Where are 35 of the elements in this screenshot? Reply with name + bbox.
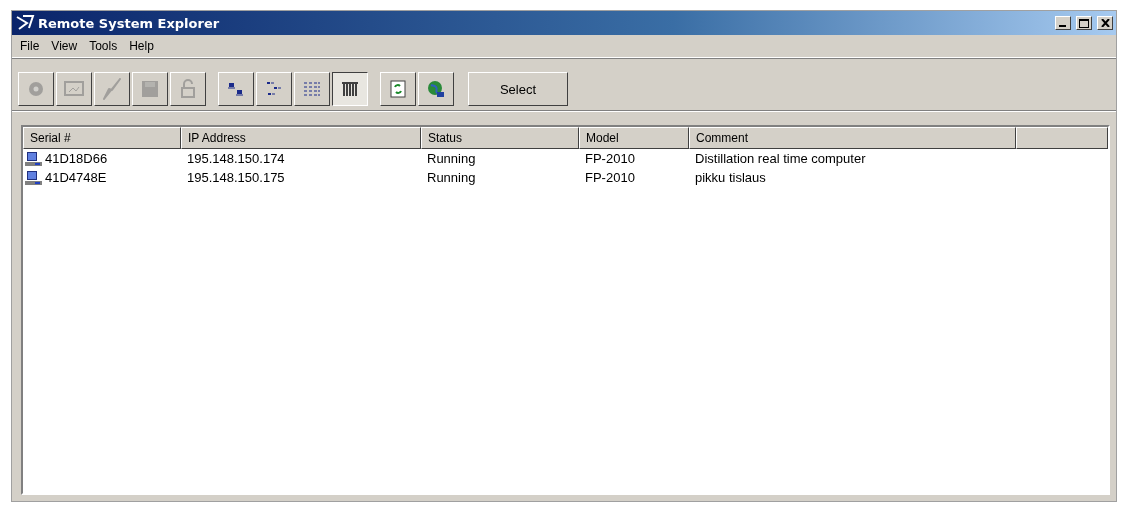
window-title: Remote System Explorer (38, 15, 221, 31)
refresh-icon (387, 78, 409, 100)
computer-icon (25, 169, 43, 186)
table-cell-text: Running (426, 170, 477, 185)
table-cell-text: 195.148.150.175 (186, 170, 286, 185)
toolbar-button[interactable] (332, 72, 368, 106)
table-cell: 41D4748E (45, 170, 107, 185)
table-cell: 41D18D66 (45, 151, 108, 166)
menu-item[interactable]: View (45, 38, 84, 54)
maximize-icon (1079, 18, 1089, 28)
minimize-button[interactable] (1055, 16, 1071, 30)
select-button[interactable]: Select (468, 72, 568, 106)
table-cell-text: 195.148.150.174 (186, 151, 286, 166)
lightning-icon (101, 78, 123, 100)
menu-item[interactable]: Help (123, 38, 160, 54)
floppy-icon (139, 78, 161, 100)
column-header[interactable]: Comment (689, 127, 1016, 149)
menu-item[interactable]: Tools (83, 38, 124, 54)
column-header[interactable]: Status (421, 127, 579, 149)
menu-item[interactable]: File (14, 38, 46, 54)
logo-icon (15, 14, 35, 32)
table-cell-text: FP-2010 (584, 151, 636, 166)
column-header[interactable]: Serial # (23, 127, 181, 149)
table-cell-text: FP-2010 (584, 170, 636, 185)
globe-icon (425, 78, 447, 100)
column-header[interactable] (1016, 127, 1108, 149)
table-cell-text: pikku tislaus (694, 170, 767, 185)
column-header[interactable]: IP Address (181, 127, 421, 149)
table-cell-text: Distillation real time computer (694, 151, 867, 166)
table-cell-text: Running (426, 151, 477, 166)
maximize-button[interactable] (1076, 16, 1092, 30)
close-button[interactable] (1097, 16, 1113, 30)
computer-icon (25, 150, 43, 167)
close-icon (1100, 19, 1110, 27)
column-header[interactable]: Model (579, 127, 689, 149)
